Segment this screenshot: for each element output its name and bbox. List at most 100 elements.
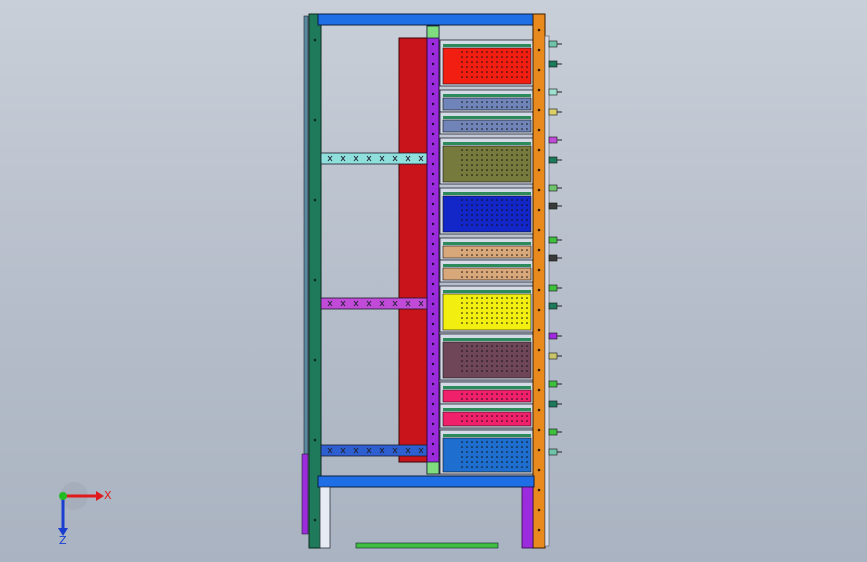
vent-hole: [466, 128, 468, 130]
vent-hole: [466, 355, 468, 357]
vent-hole: [501, 169, 503, 171]
vent-hole: [506, 159, 508, 161]
vent-hole: [481, 271, 483, 273]
vent-hole: [521, 209, 523, 211]
vent-hole: [466, 393, 468, 395]
vent-hole: [476, 128, 478, 130]
connector-9[interactable]: [548, 236, 558, 244]
vent-hole: [501, 370, 503, 372]
module-yellow[interactable]: [442, 293, 532, 331]
vent-hole: [511, 71, 513, 73]
vent-hole: [461, 461, 463, 463]
vent-hole: [501, 398, 503, 400]
connector-5[interactable]: [548, 136, 558, 144]
module-slate-2[interactable]: [442, 119, 532, 133]
connector-15[interactable]: [548, 380, 558, 388]
vent-hole: [506, 365, 508, 367]
module-tan-1[interactable]: [442, 245, 532, 259]
vent-hole: [461, 56, 463, 58]
vent-hole: [506, 345, 508, 347]
module-red[interactable]: [442, 47, 532, 85]
vent-hole: [506, 446, 508, 448]
vent-hole: [496, 276, 498, 278]
connector-6[interactable]: [548, 156, 558, 164]
vent-hole: [491, 76, 493, 78]
vent-hole: [461, 123, 463, 125]
vent-hole: [521, 61, 523, 63]
connector-17[interactable]: [548, 428, 558, 436]
vent-hole: [461, 302, 463, 304]
module-slate-1[interactable]: [442, 97, 532, 111]
vent-hole: [486, 302, 488, 304]
vent-hole: [526, 370, 528, 372]
z-axis-label: Z: [59, 534, 67, 547]
vent-hole: [511, 297, 513, 299]
vent-hole: [461, 370, 463, 372]
vent-hole: [491, 317, 493, 319]
vent-hole: [461, 360, 463, 362]
connector-12[interactable]: [548, 302, 558, 310]
connector-10[interactable]: [548, 254, 558, 262]
cabinet-model[interactable]: [0, 0, 867, 562]
vent-hole: [476, 350, 478, 352]
connector-11[interactable]: [548, 284, 558, 292]
vent-hole: [471, 51, 473, 53]
vent-hole: [506, 451, 508, 453]
vent-hole: [496, 219, 498, 221]
vent-hole: [516, 456, 518, 458]
vent-hole: [521, 214, 523, 216]
vent-hole: [476, 66, 478, 68]
vent-hole: [521, 350, 523, 352]
vent-hole: [486, 446, 488, 448]
vent-hole: [486, 71, 488, 73]
connector-7[interactable]: [548, 184, 558, 192]
vent-hole: [506, 307, 508, 309]
connector-1[interactable]: [548, 40, 558, 48]
connector-14[interactable]: [548, 352, 558, 360]
vent-hole: [516, 365, 518, 367]
vent-hole: [526, 174, 528, 176]
vent-hole: [486, 214, 488, 216]
connector-16[interactable]: [548, 400, 558, 408]
vent-hole: [486, 415, 488, 417]
vent-hole: [501, 149, 503, 151]
module-olive[interactable]: [442, 145, 532, 183]
vent-hole: [526, 360, 528, 362]
module-plum[interactable]: [442, 341, 532, 379]
module-pink-2[interactable]: [442, 411, 532, 427]
vent-hole: [496, 322, 498, 324]
vent-hole: [521, 446, 523, 448]
vent-hole: [461, 393, 463, 395]
connector-4[interactable]: [548, 108, 558, 116]
connector-3[interactable]: [548, 88, 558, 96]
connector-18[interactable]: [548, 448, 558, 456]
vent-hole: [476, 297, 478, 299]
connector-13[interactable]: [548, 332, 558, 340]
vent-hole: [486, 355, 488, 357]
vent-hole: [501, 101, 503, 103]
connector-2[interactable]: [548, 60, 558, 68]
vent-hole: [476, 393, 478, 395]
rail-hole: [431, 422, 435, 426]
module-navy[interactable]: [442, 195, 532, 233]
vent-hole: [516, 441, 518, 443]
module-olive-top-edge: [443, 142, 531, 145]
vent-hole: [496, 466, 498, 468]
vent-hole: [521, 204, 523, 206]
connector-8[interactable]: [548, 202, 558, 210]
vent-hole: [466, 446, 468, 448]
cad-viewport[interactable]: X Z: [0, 0, 867, 562]
vent-hole: [526, 317, 528, 319]
vent-hole: [476, 159, 478, 161]
rail-hole: [431, 452, 435, 456]
module-tan-2[interactable]: [442, 267, 532, 281]
vent-hole: [516, 312, 518, 314]
vent-hole: [506, 317, 508, 319]
vent-hole: [501, 451, 503, 453]
vent-hole: [511, 355, 513, 357]
rail-hole: [431, 72, 435, 76]
vent-hole: [466, 149, 468, 151]
module-pink-1[interactable]: [442, 389, 532, 403]
vent-hole: [491, 360, 493, 362]
vent-hole: [486, 199, 488, 201]
